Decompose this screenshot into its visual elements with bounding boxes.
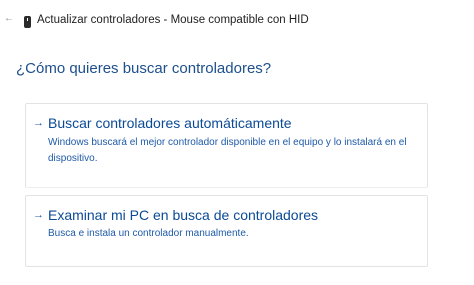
option-title: Examinar mi PC en busca de controladores bbox=[48, 207, 319, 223]
window-title: Actualizar controladores - Mouse compati… bbox=[37, 14, 309, 26]
search-automatically-option[interactable]: → Buscar controladores automáticamente W… bbox=[25, 103, 428, 188]
usb-device-icon bbox=[24, 16, 31, 28]
title-bar: ← Actualizar controladores - Mouse compa… bbox=[0, 0, 474, 40]
back-arrow-icon[interactable]: ← bbox=[3, 12, 15, 26]
option-description: Windows buscará el mejor controlador dis… bbox=[48, 137, 407, 164]
arrow-right-icon: → bbox=[33, 209, 44, 221]
option-title: Buscar controladores automáticamente bbox=[48, 115, 292, 131]
page-heading: ¿Cómo quieres buscar controladores? bbox=[16, 60, 272, 77]
arrow-right-icon: → bbox=[33, 117, 44, 129]
browse-my-pc-option[interactable]: → Examinar mi PC en busca de controlador… bbox=[25, 195, 428, 267]
option-description: Busca e instala un controlador manualmen… bbox=[48, 228, 249, 239]
update-drivers-dialog: ← Actualizar controladores - Mouse compa… bbox=[0, 0, 474, 285]
